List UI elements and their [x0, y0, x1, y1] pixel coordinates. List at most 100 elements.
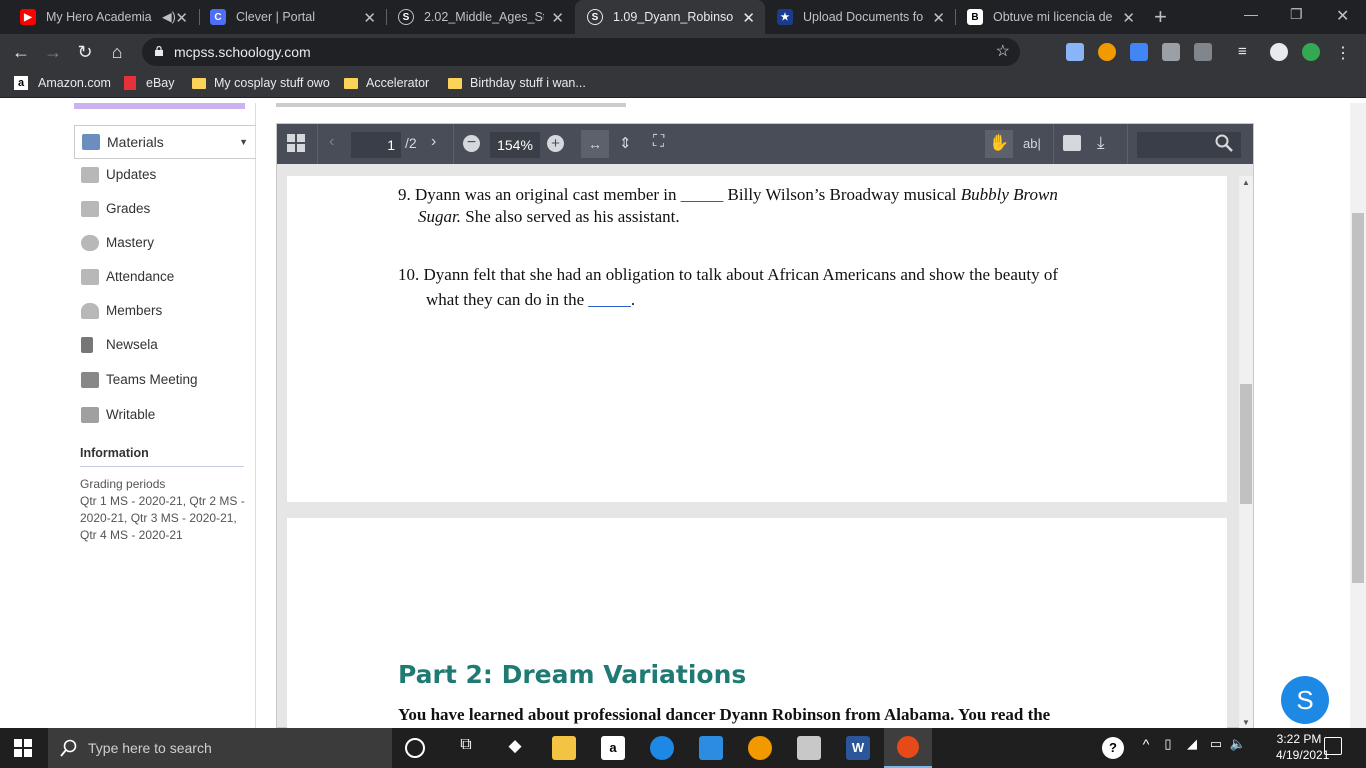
- shield-check-icon[interactable]: [1302, 43, 1320, 61]
- page-number-input[interactable]: 1: [351, 132, 401, 158]
- ebay-icon: [124, 76, 136, 90]
- close-tab-icon[interactable]: ✕: [175, 9, 188, 27]
- answer-blank[interactable]: _____: [681, 185, 724, 204]
- dropbox-icon[interactable]: ◆: [503, 736, 527, 760]
- menu-kebab-icon[interactable]: ⋮: [1334, 43, 1352, 62]
- tab-my-hero-academia[interactable]: ▶ My Hero Academia ◀) ✕: [8, 0, 198, 34]
- forward-icon[interactable]: →: [42, 41, 64, 63]
- tab-obtuve-licencia[interactable]: B Obtuve mi licencia de c ✕: [955, 0, 1145, 34]
- sidebar-item-teams-meeting[interactable]: Teams Meeting: [74, 363, 254, 397]
- audio-icon[interactable]: ◀): [162, 9, 176, 24]
- volume-icon[interactable]: 🔈: [1226, 736, 1250, 760]
- bookmark-birthday-folder[interactable]: Birthday stuff i wan...: [448, 76, 586, 90]
- windows-taskbar: Type here to search ⧉ ◆ a W ? ^ ▯ ◢ ▭ 🔈 …: [0, 728, 1366, 768]
- help-icon[interactable]: ?: [1102, 737, 1124, 759]
- close-tab-icon[interactable]: ✕: [551, 9, 564, 27]
- bookmark-amazon[interactable]: a Amazon.com: [14, 76, 111, 90]
- sidebar-item-mastery[interactable]: Mastery: [74, 226, 254, 260]
- edge-icon[interactable]: [650, 736, 674, 760]
- minimize-icon[interactable]: —: [1244, 6, 1258, 22]
- close-tab-icon[interactable]: ✕: [363, 9, 376, 27]
- amazon-app-icon[interactable]: a: [601, 736, 625, 760]
- new-tab-icon[interactable]: +: [1154, 4, 1167, 30]
- part-2-heading: Part 2: Dream Variations: [398, 660, 747, 689]
- grading-periods: Grading periods Qtr 1 MS - 2020-21, Qtr …: [80, 476, 246, 544]
- question-9: 9. Dyann was an original cast member in …: [398, 185, 1058, 204]
- tab-upload-documents[interactable]: ★ Upload Documents for ✕: [765, 0, 955, 34]
- next-page-icon[interactable]: ›: [431, 133, 436, 151]
- tablet-icon[interactable]: ▯: [1156, 736, 1180, 760]
- teams-icon: [81, 372, 99, 388]
- active-app-highlight[interactable]: [884, 728, 932, 768]
- pan-hand-icon[interactable]: ✋: [985, 130, 1013, 158]
- viewer-scroll-thumb[interactable]: [1240, 384, 1252, 504]
- show-hidden-icons-icon[interactable]: ^: [1134, 736, 1158, 760]
- bookmark-ebay[interactable]: eBay: [124, 76, 175, 90]
- profile-icon[interactable]: [1270, 43, 1288, 61]
- bookmark-cosplay-folder[interactable]: My cosplay stuff owo: [192, 76, 330, 90]
- extension-adblock-icon[interactable]: [1162, 43, 1180, 61]
- close-tab-icon[interactable]: ✕: [742, 9, 755, 27]
- extensions-puzzle-icon[interactable]: [1194, 43, 1212, 61]
- previous-page-icon[interactable]: ‹: [329, 133, 334, 151]
- address-bar[interactable]: mcpss.schoology.com ☆: [142, 38, 1020, 66]
- page-scroll-thumb[interactable]: [1352, 213, 1364, 583]
- bookmark-accelerator-folder[interactable]: Accelerator: [344, 76, 429, 90]
- extension-mascot-icon[interactable]: [1098, 43, 1116, 61]
- scroll-up-icon[interactable]: ▲: [1242, 178, 1250, 187]
- bookmark-star-icon[interactable]: ☆: [996, 38, 1010, 66]
- back-icon[interactable]: ←: [10, 41, 32, 63]
- scroll-down-icon[interactable]: ▼: [1242, 718, 1250, 727]
- close-tab-icon[interactable]: ✕: [1122, 9, 1135, 27]
- print-icon[interactable]: [1063, 135, 1081, 151]
- chrome-icon[interactable]: [748, 736, 772, 760]
- search-icon: [60, 739, 77, 757]
- fullscreen-icon[interactable]: ⛶: [653, 133, 664, 151]
- sidebar-item-writable[interactable]: Writable: [74, 398, 254, 432]
- zoom-level[interactable]: 154%: [490, 132, 540, 158]
- materials-menu[interactable]: Materials ▼: [74, 125, 256, 159]
- sidebar-item-newsela[interactable]: Newsela: [74, 328, 254, 362]
- network-icon[interactable]: ◢: [1180, 736, 1204, 760]
- file-explorer-icon[interactable]: [552, 736, 576, 760]
- fit-page-icon[interactable]: ⇕: [619, 134, 632, 152]
- extension-plane-icon[interactable]: [1066, 43, 1084, 61]
- sidebar-item-updates[interactable]: Updates: [74, 158, 254, 192]
- close-tab-icon[interactable]: ✕: [932, 9, 945, 27]
- viewer-scrollbar[interactable]: ▲ ▼: [1239, 176, 1253, 729]
- text-select-icon[interactable]: ab|: [1023, 136, 1041, 151]
- zoom-out-icon[interactable]: −: [463, 135, 480, 152]
- notifications-icon[interactable]: [1324, 737, 1342, 755]
- tab-dyann-robinson[interactable]: S 1.09_Dyann_Robinson_S ✕: [575, 0, 765, 34]
- home-icon[interactable]: ⌂: [106, 41, 128, 63]
- fit-width-icon[interactable]: ↔: [581, 130, 609, 158]
- task-view-icon[interactable]: ⧉: [454, 736, 478, 760]
- battery-icon[interactable]: ▭: [1204, 736, 1228, 760]
- media-control-icon[interactable]: ≡: [1238, 43, 1256, 61]
- word-icon[interactable]: W: [846, 736, 870, 760]
- tab-middle-ages[interactable]: S 2.02_Middle_Ages_Stud ✕: [386, 0, 574, 34]
- close-window-icon[interactable]: ✕: [1336, 6, 1349, 26]
- schoology-assistant-button[interactable]: S: [1281, 676, 1329, 724]
- windows-start-icon[interactable]: [14, 739, 32, 760]
- store-icon[interactable]: [797, 736, 821, 760]
- zoom-in-icon[interactable]: +: [547, 135, 564, 152]
- answer-blank[interactable]: _____: [588, 290, 631, 309]
- reload-icon[interactable]: ↻: [74, 41, 96, 63]
- system-clock[interactable]: 3:22 PM 4/19/2021: [1276, 731, 1329, 763]
- taskbar-search-input[interactable]: Type here to search: [48, 728, 392, 768]
- mail-icon[interactable]: [699, 736, 723, 760]
- folder-icon: [192, 77, 206, 89]
- thumbnails-icon[interactable]: [287, 134, 305, 157]
- sidebar-item-members[interactable]: Members: [74, 294, 254, 328]
- extension-cursor-icon[interactable]: [1130, 43, 1148, 61]
- restore-icon[interactable]: ❐: [1290, 6, 1303, 23]
- tab-clever-portal[interactable]: C Clever | Portal ✕: [198, 0, 386, 34]
- sidebar-item-attendance[interactable]: Attendance: [74, 260, 254, 294]
- cortana-icon[interactable]: [405, 738, 425, 758]
- search-icon[interactable]: [1215, 134, 1233, 157]
- amazon-icon: a: [14, 76, 28, 90]
- download-icon[interactable]: ⤓: [1097, 133, 1105, 153]
- page-scrollbar[interactable]: [1350, 103, 1366, 728]
- sidebar-item-grades[interactable]: Grades: [74, 192, 254, 226]
